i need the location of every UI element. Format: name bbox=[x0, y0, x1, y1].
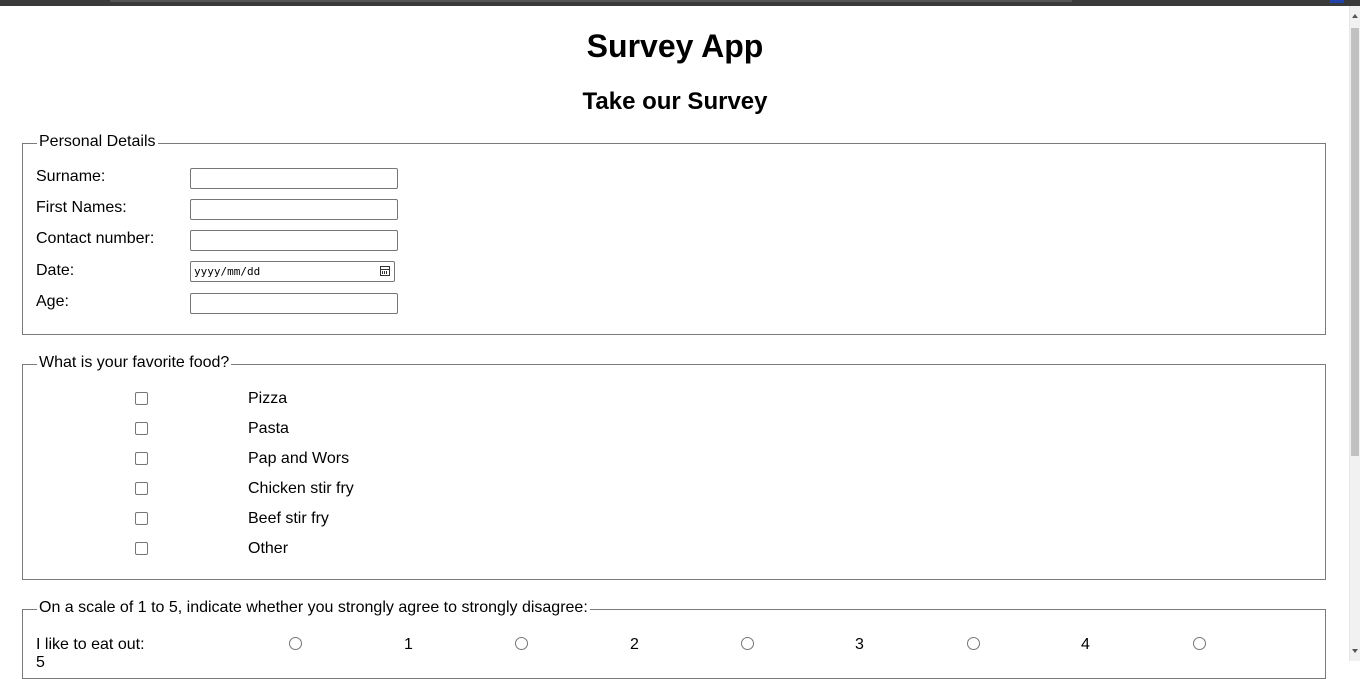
scroll-up-arrow-icon[interactable] bbox=[1352, 14, 1358, 18]
age-input[interactable] bbox=[190, 293, 398, 314]
eat-out-radio-3[interactable] bbox=[741, 637, 754, 650]
page-title: Survey App bbox=[586, 28, 764, 64]
first-names-input[interactable] bbox=[190, 199, 398, 220]
first-names-label: First Names: bbox=[36, 199, 127, 216]
contact-number-label: Contact number: bbox=[36, 230, 155, 247]
scrollbar-thumb[interactable] bbox=[1351, 28, 1359, 456]
eat-out-option-5-label: 5 bbox=[36, 654, 45, 671]
scroll-down-arrow-icon[interactable] bbox=[1352, 649, 1358, 653]
date-placeholder: yyyy/mm/dd bbox=[194, 265, 261, 278]
pap-and-wors-checkbox[interactable] bbox=[135, 452, 148, 465]
eat-out-radio-5[interactable] bbox=[1193, 637, 1206, 650]
chicken-stir-fry-label: Chicken stir fry bbox=[248, 480, 354, 497]
eat-out-option-3-label: 3 bbox=[855, 636, 864, 653]
eat-out-option-2-label: 2 bbox=[630, 636, 639, 653]
eat-out-option-4-label: 4 bbox=[1081, 636, 1090, 653]
browser-top-bar bbox=[0, 0, 1360, 6]
pap-and-wors-label: Pap and Wors bbox=[248, 450, 350, 467]
personal-details-fieldset: Personal Details Surname: First Names: C… bbox=[22, 132, 1326, 335]
eat-out-radio-1[interactable] bbox=[289, 637, 302, 650]
rating-legend: On a scale of 1 to 5, indicate whether y… bbox=[37, 598, 590, 618]
page-subtitle: Take our Survey bbox=[582, 88, 768, 115]
other-checkbox[interactable] bbox=[135, 542, 148, 555]
eat-out-radio-4[interactable] bbox=[967, 637, 980, 650]
calendar-icon[interactable] bbox=[380, 266, 390, 276]
pasta-label: Pasta bbox=[248, 420, 289, 437]
eat-out-label: I like to eat out: bbox=[36, 636, 145, 653]
other-label: Other bbox=[248, 540, 289, 557]
beef-stir-fry-checkbox[interactable] bbox=[135, 512, 148, 525]
pizza-label: Pizza bbox=[248, 390, 288, 407]
personal-details-legend: Personal Details bbox=[37, 132, 158, 152]
eat-out-option-1-label: 1 bbox=[404, 636, 413, 653]
fieldset-top-border bbox=[22, 143, 1326, 144]
beef-stir-fry-label: Beef stir fry bbox=[248, 510, 329, 527]
chicken-stir-fry-checkbox[interactable] bbox=[135, 482, 148, 495]
vertical-scrollbar[interactable] bbox=[1349, 6, 1360, 661]
browser-corner-mark bbox=[1330, 0, 1344, 3]
date-input[interactable]: yyyy/mm/dd bbox=[190, 261, 395, 282]
eat-out-radio-2[interactable] bbox=[515, 637, 528, 650]
pizza-checkbox[interactable] bbox=[135, 392, 148, 405]
pasta-checkbox[interactable] bbox=[135, 422, 148, 435]
surname-input[interactable] bbox=[190, 168, 398, 189]
contact-number-input[interactable] bbox=[190, 230, 398, 251]
favorite-food-legend: What is your favorite food? bbox=[37, 353, 232, 373]
date-label: Date: bbox=[36, 262, 75, 279]
browser-top-bar-strip bbox=[110, 0, 1072, 2]
rating-fieldset: On a scale of 1 to 5, indicate whether y… bbox=[22, 598, 1326, 679]
surname-label: Surname: bbox=[36, 168, 106, 185]
favorite-food-fieldset: What is your favorite food? Pizza Pasta … bbox=[22, 353, 1326, 580]
age-label: Age: bbox=[36, 293, 69, 310]
